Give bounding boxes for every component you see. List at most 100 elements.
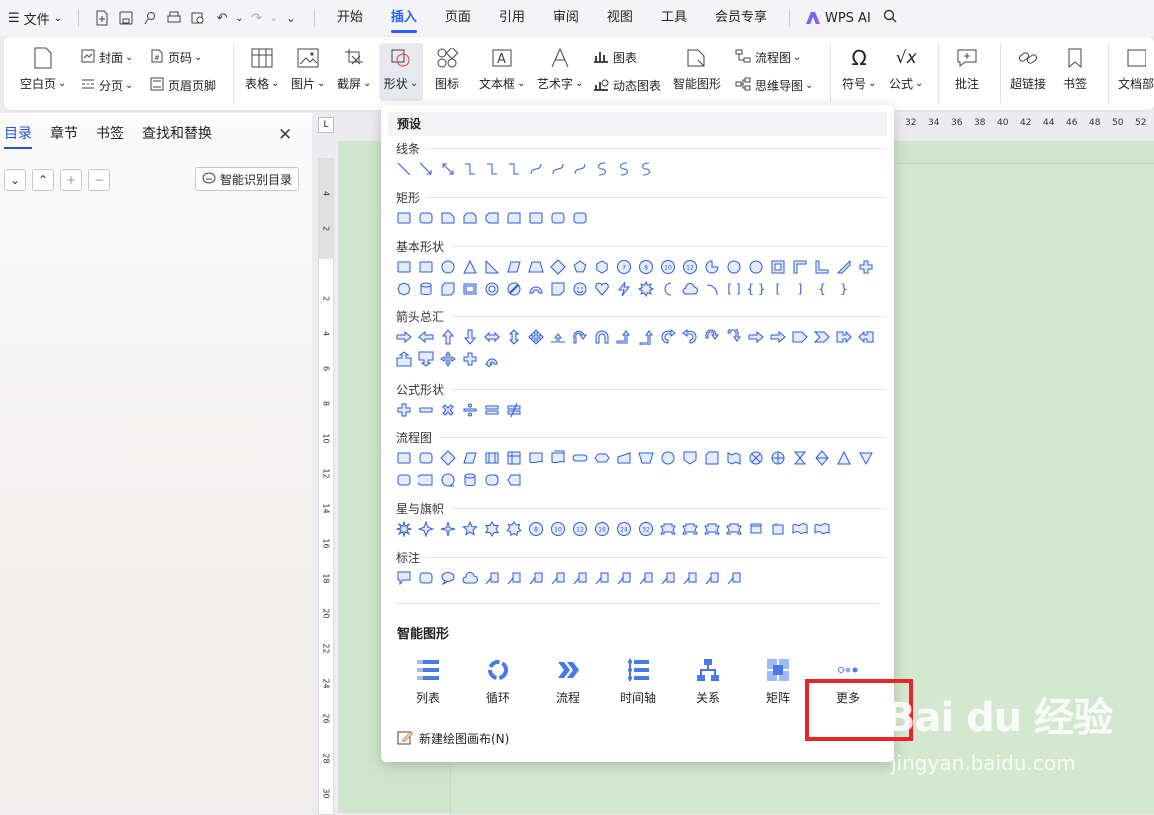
shape-option-icon[interactable] — [613, 326, 635, 348]
shape-option-icon[interactable] — [591, 256, 613, 278]
shape-option-icon[interactable] — [547, 158, 569, 180]
shape-option-icon[interactable] — [415, 158, 437, 180]
table-button[interactable]: 表格 — [245, 45, 279, 92]
shape-option-icon[interactable] — [503, 567, 525, 589]
shape-option-icon[interactable] — [481, 326, 503, 348]
shape-option-icon[interactable] — [415, 567, 437, 589]
shape-option-icon[interactable] — [789, 256, 811, 278]
shape-option-icon[interactable] — [393, 278, 415, 300]
picture-button[interactable]: 图片 — [291, 45, 325, 92]
shape-option-icon[interactable] — [547, 207, 569, 229]
shape-option-icon[interactable] — [701, 256, 723, 278]
shape-option-icon[interactable] — [393, 447, 415, 469]
shape-option-icon[interactable] — [525, 207, 547, 229]
shape-option-icon[interactable] — [833, 326, 855, 348]
shape-option-icon[interactable] — [613, 278, 635, 300]
ribbon-tab-5[interactable]: 视图 — [593, 0, 647, 36]
shape-option-icon[interactable] — [459, 399, 481, 421]
shape-option-icon[interactable] — [591, 326, 613, 348]
shape-option-icon[interactable] — [723, 447, 745, 469]
print-preview-icon[interactable] — [187, 7, 209, 29]
wps-ai-button[interactable]: WPS AI — [805, 11, 871, 26]
shape-option-icon[interactable] — [503, 326, 525, 348]
shape-option-icon[interactable]: 7 — [613, 256, 635, 278]
shape-option-icon[interactable] — [855, 256, 877, 278]
shape-option-icon[interactable] — [525, 326, 547, 348]
shape-option-icon[interactable] — [701, 278, 723, 300]
shape-option-icon[interactable] — [437, 469, 459, 491]
shape-option-icon[interactable]: 8 — [635, 256, 657, 278]
shape-option-icon[interactable] — [503, 207, 525, 229]
ribbon-tab-3[interactable]: 引用 — [485, 0, 539, 36]
shape-option-icon[interactable] — [767, 518, 789, 540]
shape-option-icon[interactable] — [481, 518, 503, 540]
shape-option-icon[interactable] — [679, 278, 701, 300]
shape-option-icon[interactable] — [745, 326, 767, 348]
new-drawing-canvas-button[interactable]: 新建绘图画布(N) — [397, 729, 509, 748]
shape-option-icon[interactable] — [481, 278, 503, 300]
shape-option-icon[interactable]: 10 — [547, 518, 569, 540]
shape-option-icon[interactable] — [811, 518, 833, 540]
shape-option-icon[interactable] — [657, 326, 679, 348]
flowchart-button[interactable]: 流程图 — [735, 49, 801, 66]
shape-option-icon[interactable] — [679, 518, 701, 540]
shape-option-icon[interactable] — [393, 518, 415, 540]
minus-icon[interactable]: − — [88, 169, 110, 191]
shape-option-icon[interactable] — [701, 447, 723, 469]
shape-option-icon[interactable] — [701, 567, 723, 589]
shape-option-icon[interactable] — [657, 447, 679, 469]
shape-option-icon[interactable] — [547, 567, 569, 589]
shape-option-icon[interactable] — [459, 348, 481, 370]
chevron-down-icon[interactable]: ⌄ — [4, 169, 26, 191]
shape-option-icon[interactable] — [723, 567, 745, 589]
shape-option-icon[interactable] — [811, 326, 833, 348]
shape-option-icon[interactable] — [657, 567, 679, 589]
dynamic-chart-button[interactable]: 动态图表 — [593, 77, 661, 94]
shape-option-icon[interactable] — [569, 207, 591, 229]
shape-option-icon[interactable]: 16 — [591, 518, 613, 540]
shape-option-icon[interactable] — [437, 348, 459, 370]
file-menu[interactable]: ☰ 文件 ⌄ — [0, 9, 70, 28]
header-footer-button[interactable]: 页眉页脚 — [150, 77, 216, 94]
shape-option-icon[interactable] — [437, 518, 459, 540]
shape-option-icon[interactable] — [459, 158, 481, 180]
shape-option-icon[interactable] — [569, 326, 591, 348]
smart-graphic-process[interactable]: 流程 — [538, 657, 598, 706]
shape-option-icon[interactable] — [415, 518, 437, 540]
smart-graphic-matrix[interactable]: 矩阵 — [748, 657, 808, 706]
shape-option-icon[interactable] — [745, 447, 767, 469]
shape-option-icon[interactable] — [657, 518, 679, 540]
blank-page-button[interactable]: 空白页 — [20, 45, 66, 92]
smart-graphic-button[interactable]: 智能图形 — [673, 45, 721, 92]
shape-option-icon[interactable]: 24 — [613, 518, 635, 540]
shapes-button[interactable]: 形状 — [379, 43, 423, 101]
ribbon-tab-2[interactable]: 页面 — [431, 0, 485, 36]
shape-option-icon[interactable] — [591, 567, 613, 589]
shape-option-icon[interactable] — [437, 326, 459, 348]
shape-option-icon[interactable] — [393, 326, 415, 348]
shape-option-icon[interactable] — [393, 256, 415, 278]
nav-tab-3[interactable]: 查找和替换 — [142, 123, 212, 149]
shape-option-icon[interactable] — [437, 278, 459, 300]
shape-option-icon[interactable] — [723, 326, 745, 348]
shape-option-icon[interactable] — [679, 567, 701, 589]
shape-option-icon[interactable] — [415, 469, 437, 491]
hyperlink-button[interactable]: 超链接 — [1010, 45, 1046, 92]
shape-option-icon[interactable] — [415, 207, 437, 229]
shape-option-icon[interactable]: { } — [745, 278, 767, 300]
shape-option-icon[interactable] — [437, 158, 459, 180]
shape-option-icon[interactable] — [635, 326, 657, 348]
shape-option-icon[interactable] — [767, 326, 789, 348]
shape-option-icon[interactable] — [613, 567, 635, 589]
shape-option-icon[interactable] — [481, 447, 503, 469]
shape-option-icon[interactable] — [437, 207, 459, 229]
shape-option-icon[interactable] — [569, 158, 591, 180]
ruler-tab-selector[interactable]: L — [318, 117, 334, 133]
shape-option-icon[interactable] — [393, 469, 415, 491]
shape-option-icon[interactable] — [745, 518, 767, 540]
shape-option-icon[interactable]: 10 — [657, 256, 679, 278]
shape-option-icon[interactable] — [723, 518, 745, 540]
shape-option-icon[interactable] — [459, 518, 481, 540]
symbol-button[interactable]: Ω 符号 — [842, 45, 876, 92]
shape-option-icon[interactable] — [613, 447, 635, 469]
